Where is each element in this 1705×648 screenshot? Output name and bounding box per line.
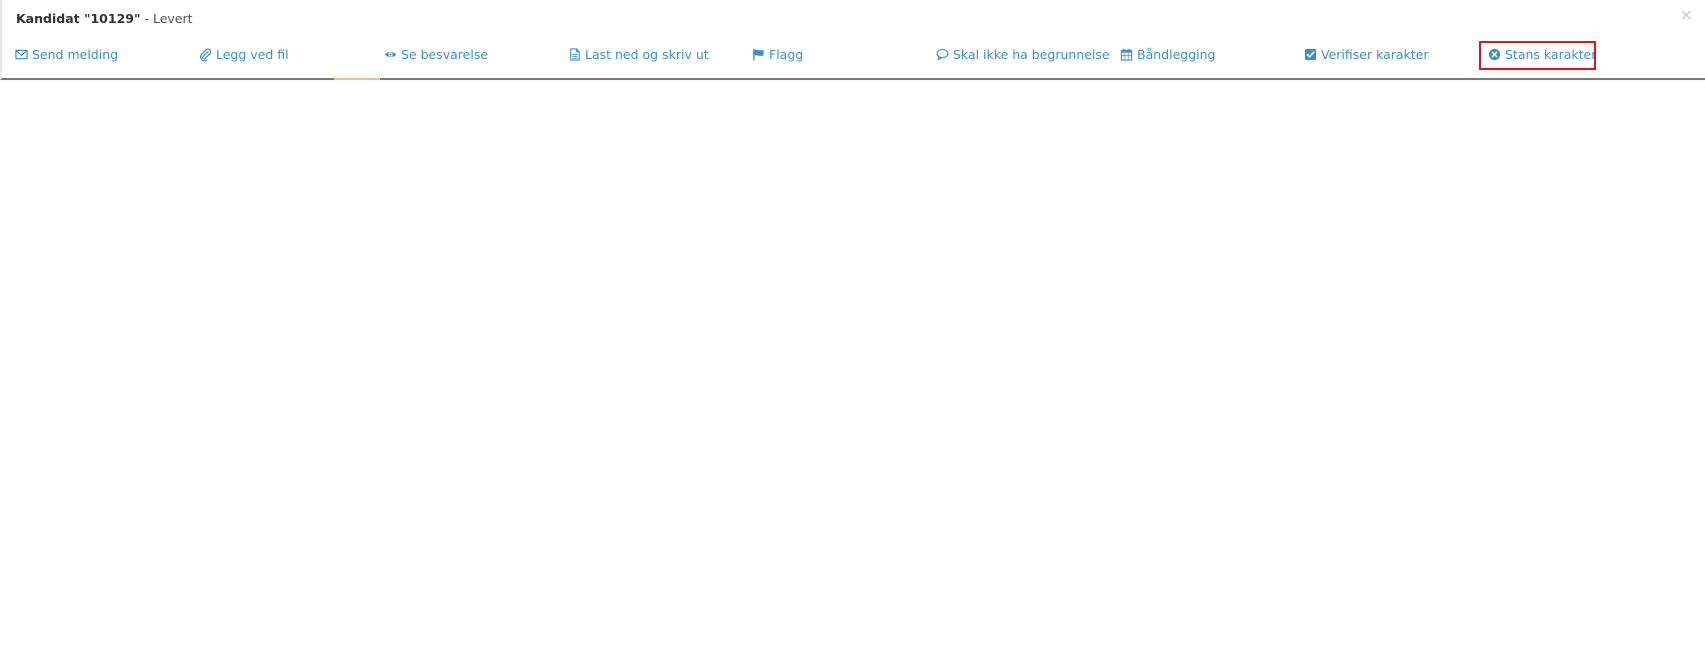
panel-title: Kandidat "10129" - Levert [16,11,193,26]
hold-button[interactable]: Båndlegging [1120,45,1215,63]
paperclip-icon [200,48,212,61]
stop-grade-highlight-box [1479,41,1596,70]
send-message-label: Send melding [32,46,119,62]
comment-icon [936,48,949,60]
verify-grade-label: Verifiser karakter [1321,46,1429,62]
candidate-action-panel: Kandidat "10129" - Levert × Send melding… [0,0,1705,80]
no-justification-button[interactable]: Skal ikke ha begrunnelse [936,45,1110,63]
view-answer-button[interactable]: Se besvarelse [384,45,488,63]
flag-label: Flagg [769,46,804,62]
title-separator: - [140,11,153,26]
hold-label: Båndlegging [1137,46,1216,62]
document-icon [570,47,580,61]
envelope-icon [15,49,28,59]
candidate-name: Kandidat "10129" [16,11,141,26]
eye-icon [384,51,397,57]
stage: Kandidat "10129" - Levert × Send melding… [0,0,1705,648]
close-icon[interactable]: × [1680,7,1693,23]
view-answer-label: Se besvarelse [401,46,489,62]
verify-grade-button[interactable]: Verifiser karakter [1304,45,1429,63]
flag-button[interactable]: Flagg [752,45,803,63]
download-print-button[interactable]: Last ned og skriv ut [568,45,709,63]
calendar-icon [1120,48,1133,61]
check-square-icon [1304,48,1317,60]
no-justification-label: Skal ikke ha begrunnelse [953,46,1110,62]
attach-file-button[interactable]: Legg ved fil [199,45,289,63]
attach-file-label: Legg ved fil [216,46,289,62]
background-tab-accent [334,78,380,80]
send-message-button[interactable]: Send melding [15,45,118,63]
flag-icon [753,48,764,61]
download-print-label: Last ned og skriv ut [585,46,709,62]
candidate-status: Levert [152,11,193,26]
